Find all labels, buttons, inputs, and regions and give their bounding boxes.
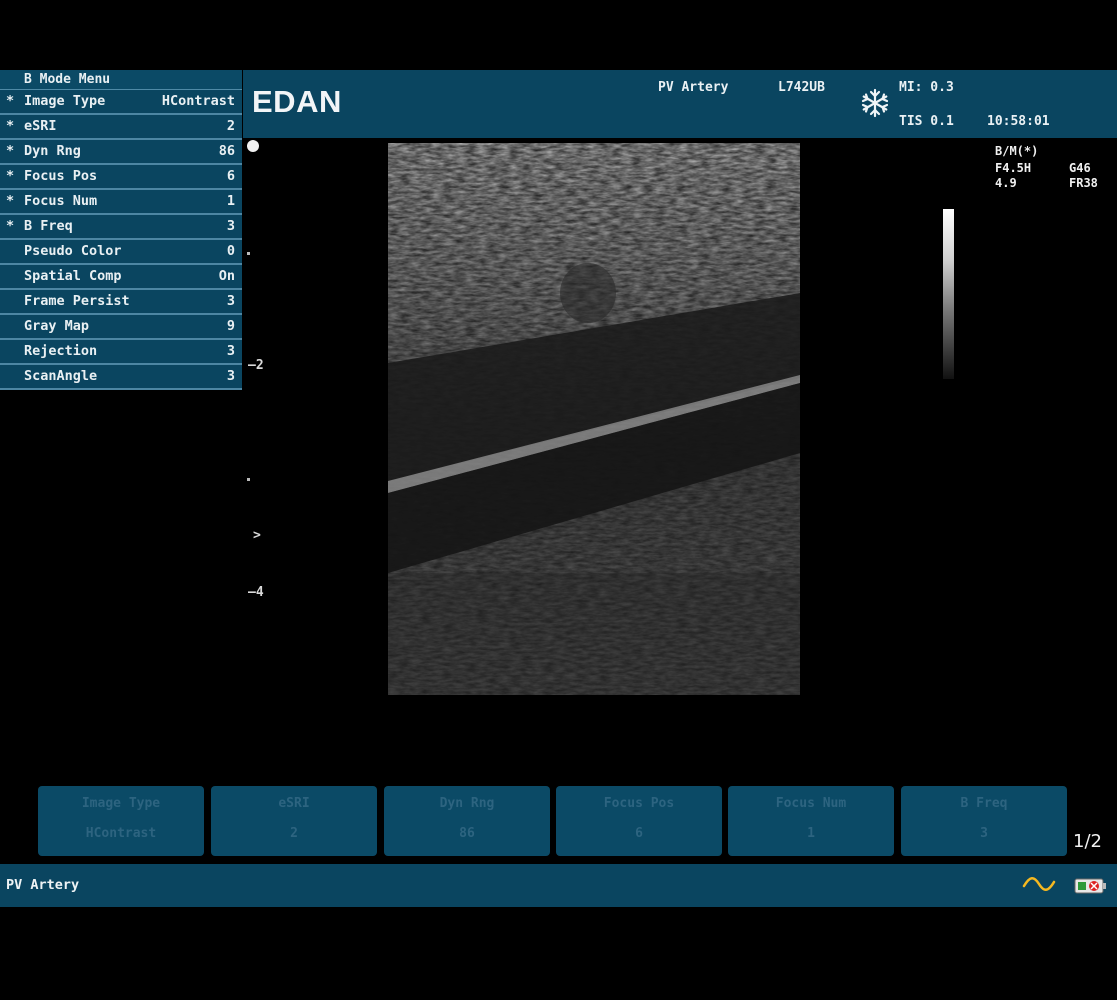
exam-name: PV Artery [658, 80, 729, 95]
menu-star: * [6, 93, 15, 109]
depth-minor-tick [247, 252, 250, 255]
softkey-value: 2 [290, 826, 298, 841]
softkey-value: 86 [459, 826, 475, 841]
menu-item-dyn-rng[interactable]: * Dyn Rng 86 [0, 140, 242, 165]
ultrasound-image[interactable] [388, 143, 800, 695]
menu-star: * [6, 218, 15, 234]
softkey-label: B Freq [960, 796, 1008, 811]
status-exam-name: PV Artery [6, 877, 80, 893]
softkey-label: Dyn Rng [439, 796, 495, 811]
softkey-esri[interactable]: eSRI 2 [211, 786, 377, 856]
snowflake-icon[interactable] [860, 88, 890, 118]
softkey-label: Focus Num [775, 796, 847, 811]
menu-star: * [6, 168, 15, 184]
depth-tick-4: —4 [248, 585, 264, 600]
menu-item-b-freq[interactable]: * B Freq 3 [0, 215, 242, 240]
menu-item-scan-angle[interactable]: ScanAngle 3 [0, 365, 242, 390]
softkey-label: Focus Pos [603, 796, 675, 811]
menu-item-label: ScanAngle [24, 368, 98, 384]
menu-item-label: Focus Pos [24, 168, 98, 184]
mode-readout: B/M(*) [995, 144, 1039, 158]
softkey-label: Image Type [81, 796, 161, 811]
waveform-icon [1022, 877, 1056, 891]
menu-item-label: Pseudo Color [24, 243, 122, 259]
tis-readout: TIS 0.1 [899, 114, 954, 129]
menu-item-label: Dyn Rng [24, 143, 81, 159]
menu-item-value: 1 [226, 193, 235, 209]
menu-item-label: eSRI [24, 118, 57, 134]
frequency-readout: F4.5H [995, 161, 1032, 175]
menu-item-value: On [218, 268, 235, 284]
menu-item-value: 3 [226, 293, 235, 309]
menu-item-value: 9 [226, 318, 235, 334]
menu-item-label: Focus Num [24, 193, 98, 209]
depth-readout: 4.9 [995, 176, 1017, 190]
menu-item-focus-num[interactable]: * Focus Num 1 [0, 190, 242, 215]
menu-item-esri[interactable]: * eSRI 2 [0, 115, 242, 140]
battery-icon [1074, 878, 1106, 894]
softkey-value: HContrast [85, 826, 157, 841]
mi-readout: MI: 0.3 [899, 80, 954, 95]
menu-item-label: Rejection [24, 343, 98, 359]
menu-item-label: Spatial Comp [24, 268, 122, 284]
menu-item-label: Gray Map [24, 318, 90, 334]
menu-item-pseudo-color[interactable]: Pseudo Color 0 [0, 240, 242, 265]
menu-title: B Mode Menu [0, 70, 242, 90]
grayscale-bar [943, 209, 954, 379]
menu-item-value: 0 [226, 243, 235, 259]
probe-name: L742UB [778, 80, 825, 95]
menu-star: * [6, 193, 15, 209]
softkey-b-freq[interactable]: B Freq 3 [901, 786, 1067, 856]
softkey-value: 3 [980, 826, 988, 841]
menu-item-value: 6 [226, 168, 235, 184]
softkey-image-type[interactable]: Image Type HContrast [38, 786, 204, 856]
softkey-focus-num[interactable]: Focus Num 1 [728, 786, 894, 856]
menu-item-rejection[interactable]: Rejection 3 [0, 340, 242, 365]
status-bar: PV Artery [0, 864, 1117, 907]
header-bar: EDAN PV Artery L742UB MI: 0.3 TIS 0.1 10… [243, 70, 1117, 138]
depth-tick-2: —2 [248, 358, 264, 373]
menu-star: * [6, 118, 15, 134]
menu-item-value: HContrast [161, 93, 235, 109]
softkey-value: 6 [635, 826, 643, 841]
menu-item-label: Frame Persist [24, 293, 130, 309]
softkey-dyn-rng[interactable]: Dyn Rng 86 [384, 786, 550, 856]
menu-item-label: Image Type [24, 93, 106, 109]
focus-marker: > [253, 528, 261, 543]
menu-item-value: 86 [218, 143, 235, 159]
b-mode-menu: B Mode Menu * Image Type HContrast * eSRI 2 … [0, 70, 242, 390]
softkey-focus-pos[interactable]: Focus Pos 6 [556, 786, 722, 856]
menu-item-value: 3 [226, 218, 235, 234]
menu-item-focus-pos[interactable]: * Focus Pos 6 [0, 165, 242, 190]
brand-logo: EDAN [252, 84, 342, 119]
menu-item-frame-persist[interactable]: Frame Persist 3 [0, 290, 242, 315]
menu-item-image-type[interactable]: * Image Type HContrast [0, 90, 242, 115]
gain-readout: G46 [1069, 161, 1091, 175]
softkey-page-indicator[interactable]: 1/2 [1073, 831, 1102, 852]
clock: 10:58:01 [987, 114, 1050, 129]
menu-item-value: 3 [226, 343, 235, 359]
depth-origin-dot [247, 140, 259, 152]
menu-item-spatial-comp[interactable]: Spatial Comp On [0, 265, 242, 290]
softkey-value: 1 [807, 826, 815, 841]
menu-item-gray-map[interactable]: Gray Map 9 [0, 315, 242, 340]
menu-item-value: 2 [226, 118, 235, 134]
depth-minor-tick [247, 478, 250, 481]
menu-item-value: 3 [226, 368, 235, 384]
menu-star: * [6, 143, 15, 159]
menu-item-label: B Freq [24, 218, 73, 234]
softkey-label: eSRI [278, 796, 310, 811]
frame-rate-readout: FR38 [1069, 176, 1098, 190]
